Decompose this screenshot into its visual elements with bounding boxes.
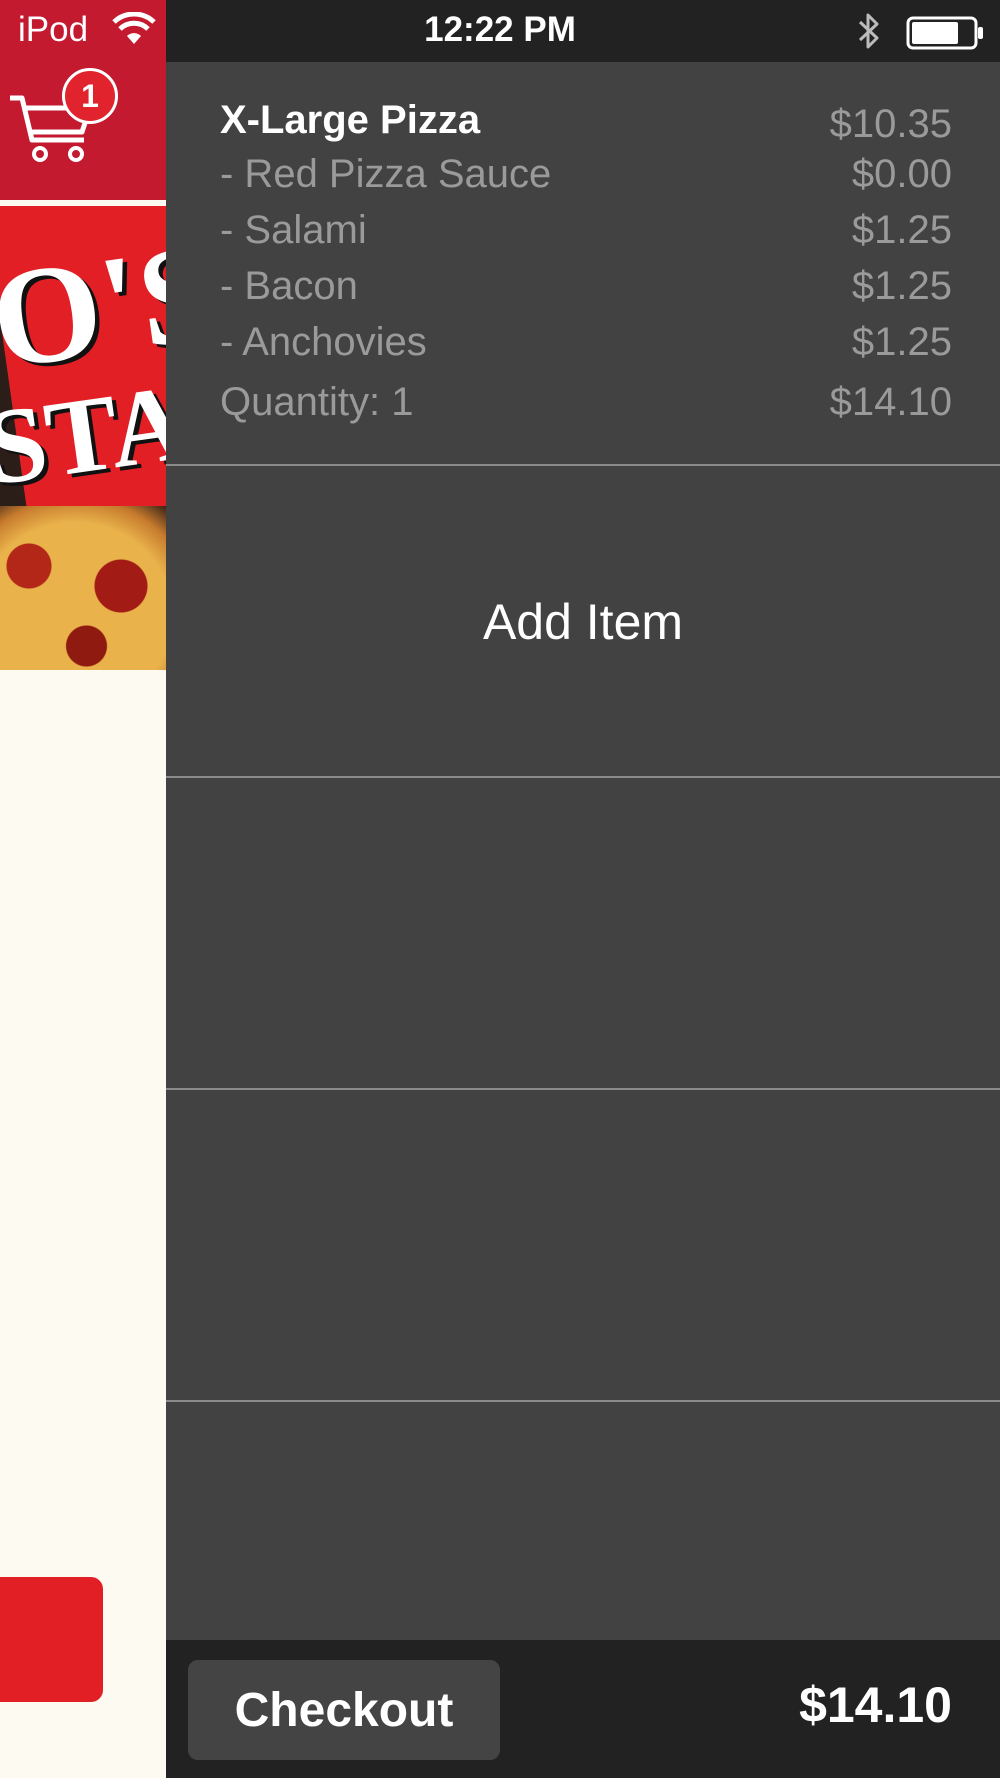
banner-text-line2: STA [0, 362, 166, 509]
topping-price: $1.25 [851, 208, 952, 252]
topping-row: - Bacon $1.25 [166, 264, 1000, 314]
topping-label: - Salami [220, 208, 367, 252]
topping-price: $0.00 [851, 152, 952, 196]
app-header: iPod 1 [0, 0, 166, 200]
topping-price: $1.25 [851, 264, 952, 308]
status-bar: 12:22 PM [166, 0, 1000, 62]
carrier-label: iPod [18, 10, 89, 49]
pizza-photo [0, 506, 166, 670]
topping-row: - Salami $1.25 [166, 208, 1000, 258]
topping-row: - Red Pizza Sauce $0.00 [166, 152, 1000, 202]
item-name: X-Large Pizza [220, 98, 481, 142]
quantity-row: Quantity: 1 $14.10 [166, 380, 1000, 430]
topping-row: - Anchovies $1.25 [166, 320, 1000, 370]
wifi-icon [112, 12, 156, 44]
status-time: 12:22 PM [424, 10, 576, 49]
item-header-row: X-Large Pizza $10.35 [166, 98, 1000, 148]
empty-cart-slot [166, 1090, 1000, 1402]
bluetooth-icon [858, 13, 879, 49]
item-price: $10.35 [829, 102, 952, 146]
battery-icon [906, 16, 983, 50]
cart-button[interactable]: 1 [6, 68, 118, 172]
add-item-button[interactable]: Add Item [166, 466, 1000, 778]
quantity-label: Quantity: 1 [220, 380, 414, 424]
underlying-app-panel[interactable]: iPod 1 O'S STA [0, 0, 166, 1778]
order-total: $14.10 [799, 1677, 952, 1733]
red-action-button[interactable] [0, 1577, 103, 1702]
cart-footer: Checkout $14.10 [166, 1640, 1000, 1778]
add-item-row[interactable]: Add Item [166, 466, 1000, 778]
item-subtotal: $14.10 [829, 380, 952, 424]
checkout-button[interactable]: Checkout [188, 1660, 500, 1760]
topping-label: - Bacon [220, 264, 358, 308]
empty-cart-slot [166, 778, 1000, 1090]
restaurant-banner: O'S STA [0, 206, 166, 670]
cart-panel: X-Large Pizza $10.35 - Red Pizza Sauce $… [166, 62, 1000, 1640]
order-item[interactable]: X-Large Pizza $10.35 - Red Pizza Sauce $… [166, 62, 1000, 466]
topping-label: - Red Pizza Sauce [220, 152, 552, 196]
cart-count-badge: 1 [62, 68, 118, 124]
topping-label: - Anchovies [220, 320, 427, 364]
topping-price: $1.25 [851, 320, 952, 364]
